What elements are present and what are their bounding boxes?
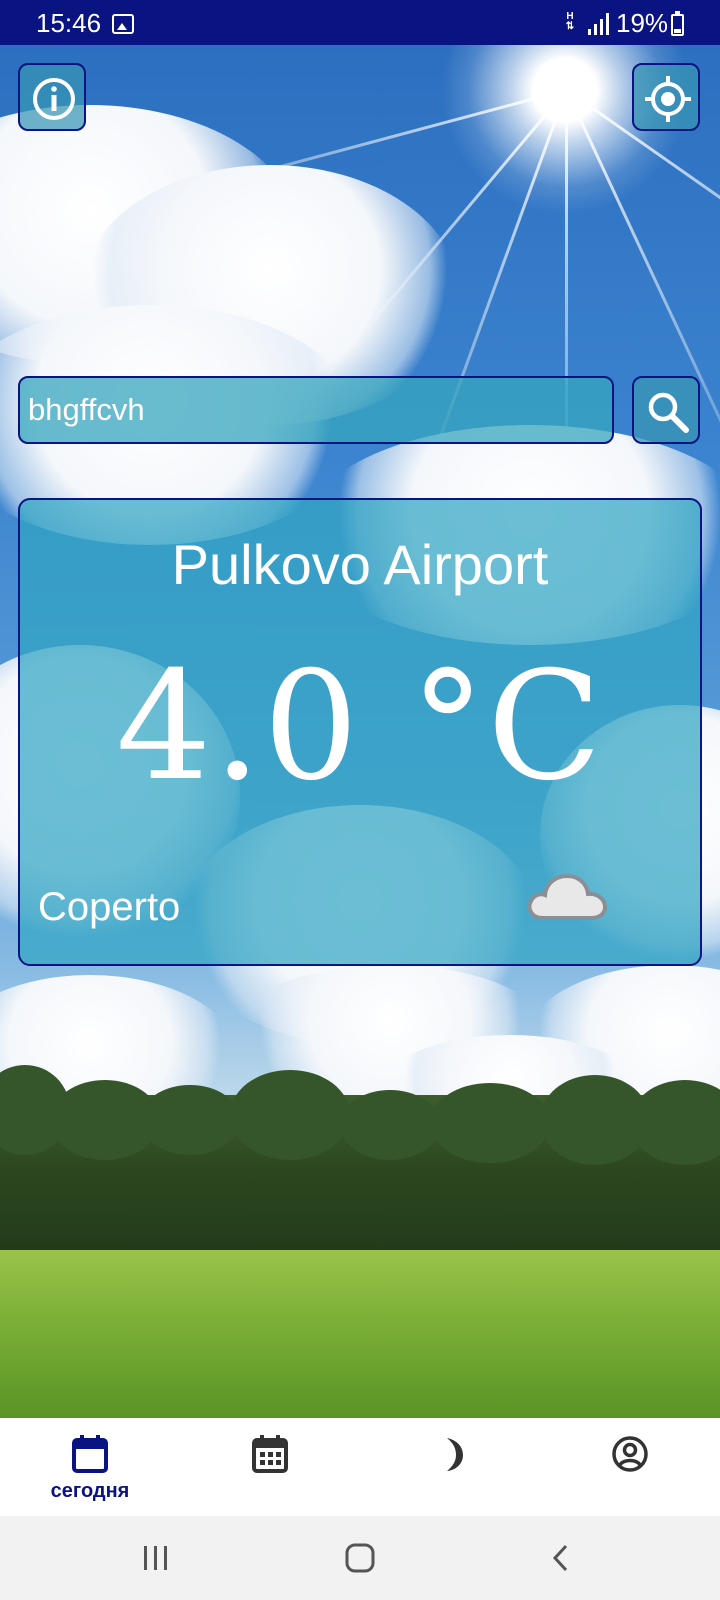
network-type-label: H [566,11,574,22]
nav-item-account[interactable] [540,1418,720,1516]
image-notification-icon [112,14,134,34]
back-button[interactable] [502,1516,622,1600]
recent-apps-icon [144,1546,167,1570]
search-icon [648,392,689,433]
crosshair-location-icon [645,76,691,122]
back-chevron-icon [552,1544,568,1572]
grass-field [0,1250,720,1418]
home-button[interactable] [300,1516,420,1600]
bottom-navigation: сегодня [0,1418,720,1516]
info-button[interactable] [18,63,86,131]
home-icon [345,1543,375,1573]
calendar-grid-icon [252,1435,288,1473]
battery-icon [671,11,684,36]
weather-condition: Coperto [38,885,181,929]
nav-item-today[interactable]: сегодня [0,1418,180,1516]
my-location-button[interactable] [632,63,700,131]
moon-icon [447,1438,463,1471]
account-icon [612,1436,648,1472]
battery-percentage: 19% [616,8,669,38]
cloud-icon [527,873,608,920]
recent-apps-button[interactable] [96,1516,216,1600]
nav-item-night[interactable] [360,1418,540,1516]
system-navigation-bar [0,1516,720,1600]
city-search-input[interactable] [18,376,614,444]
location-name: Pulkovo Airport [171,533,549,596]
calendar-today-icon [72,1435,108,1473]
status-time: 15:46 [36,8,102,38]
status-bar: 15:46 H ⇅ 19% [0,0,720,45]
info-icon [33,78,75,120]
weather-card: Pulkovo Airport 4.0 °C Coperto [18,498,702,966]
signal-icon [588,13,609,35]
nav-label-today: сегодня [50,1480,130,1502]
search-button[interactable] [632,376,700,444]
nav-item-calendar[interactable] [180,1418,360,1516]
network-type-icon: H ⇅ [565,11,575,32]
temperature: 4.0 °C [115,640,604,814]
